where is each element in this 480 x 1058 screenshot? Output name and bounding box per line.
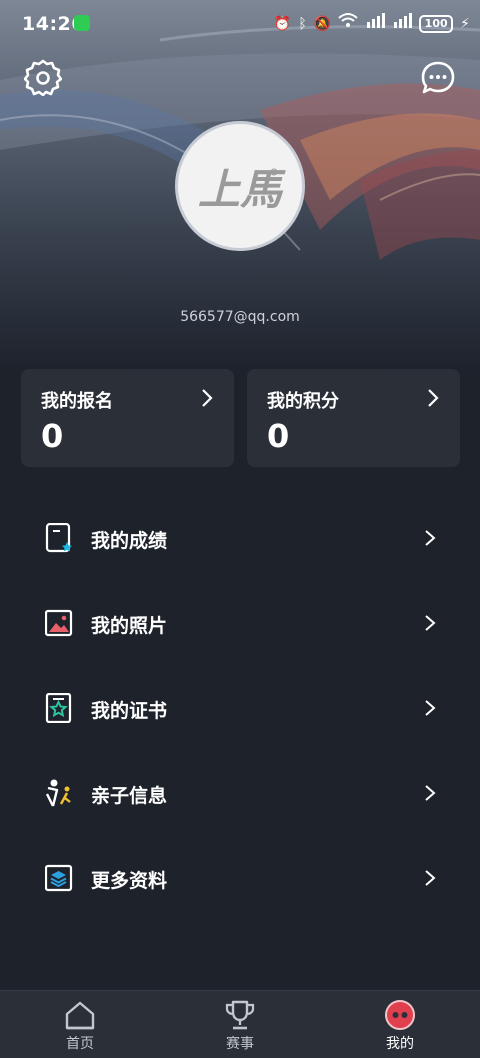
wechat-notification-icon — [74, 15, 90, 31]
chevron-right-icon — [425, 700, 436, 716]
tab-mine[interactable]: 我的 — [350, 991, 450, 1058]
profile-avatar-icon — [385, 1000, 415, 1030]
layers-icon — [45, 864, 73, 892]
my-points-card[interactable]: 我的积分 0 — [247, 369, 460, 467]
trophy-icon — [225, 1000, 255, 1030]
card-title: 我的报名 — [41, 391, 113, 412]
chat-bubble-icon — [421, 61, 455, 94]
email-text: 566577@qq.com — [180, 309, 300, 325]
chevron-right-icon — [425, 870, 436, 886]
signal-4g-icon — [365, 12, 386, 36]
card-title: 我的积分 — [267, 391, 339, 412]
card-value: 0 — [267, 417, 290, 455]
menu-item-scores[interactable]: 我的成绩 — [0, 496, 480, 581]
alarm-icon: ⏰ — [273, 16, 292, 32]
chevron-right-icon — [425, 530, 436, 546]
family-runner-icon — [45, 779, 71, 807]
status-bar: 14:26 ⏰ ᛒ 🔕 100 ⚡ — [0, 0, 480, 48]
status-icons: ⏰ ᛒ 🔕 100 ⚡ — [274, 12, 470, 36]
photo-icon — [45, 609, 73, 637]
battery-icon: 100 — [419, 15, 454, 33]
shangma-logo: 上馬 — [198, 165, 286, 214]
profile-menu-list: 我的成绩 我的照片 我的证书 亲子信息 更多资料 — [0, 496, 480, 921]
bluetooth-icon: ᛒ — [298, 16, 307, 32]
scorecard-icon — [45, 523, 72, 553]
tab-label: 赛事 — [226, 1036, 254, 1052]
menu-item-label: 亲子信息 — [91, 785, 168, 807]
certificate-icon — [45, 693, 72, 723]
menu-item-more-materials[interactable]: 更多资料 — [0, 836, 480, 921]
tab-events[interactable]: 赛事 — [190, 991, 290, 1058]
menu-item-label: 我的证书 — [91, 700, 168, 722]
chevron-right-icon — [425, 785, 436, 801]
wifi-icon — [338, 12, 358, 36]
message-button[interactable] — [420, 60, 456, 96]
gear-icon — [23, 59, 63, 97]
avatar[interactable]: 上馬 — [175, 121, 305, 251]
chevron-right-icon — [202, 389, 213, 407]
menu-item-label: 更多资料 — [91, 870, 168, 892]
tab-home[interactable]: 首页 — [30, 991, 130, 1058]
chevron-right-icon — [428, 389, 439, 407]
signal-4g-icon — [392, 12, 413, 36]
tab-label: 首页 — [66, 1036, 94, 1052]
card-value: 0 — [41, 417, 64, 455]
menu-item-family-info[interactable]: 亲子信息 — [0, 751, 480, 836]
user-email: 566577@qq.com — [0, 309, 480, 325]
menu-item-photos[interactable]: 我的照片 — [0, 581, 480, 666]
menu-item-label: 我的成绩 — [91, 530, 168, 552]
my-registrations-card[interactable]: 我的报名 0 — [21, 369, 234, 467]
bottom-tab-bar: 首页 赛事 我的 — [0, 990, 480, 1058]
chevron-right-icon — [425, 615, 436, 631]
charging-icon: ⚡ — [460, 16, 470, 32]
home-icon — [65, 1001, 95, 1030]
logo-text: 上馬 — [198, 165, 286, 214]
menu-item-label: 我的照片 — [91, 615, 168, 637]
settings-button[interactable] — [23, 58, 63, 97]
menu-item-certificates[interactable]: 我的证书 — [0, 666, 480, 751]
mute-icon: 🔕 — [313, 16, 332, 32]
tab-label: 我的 — [386, 1036, 414, 1052]
